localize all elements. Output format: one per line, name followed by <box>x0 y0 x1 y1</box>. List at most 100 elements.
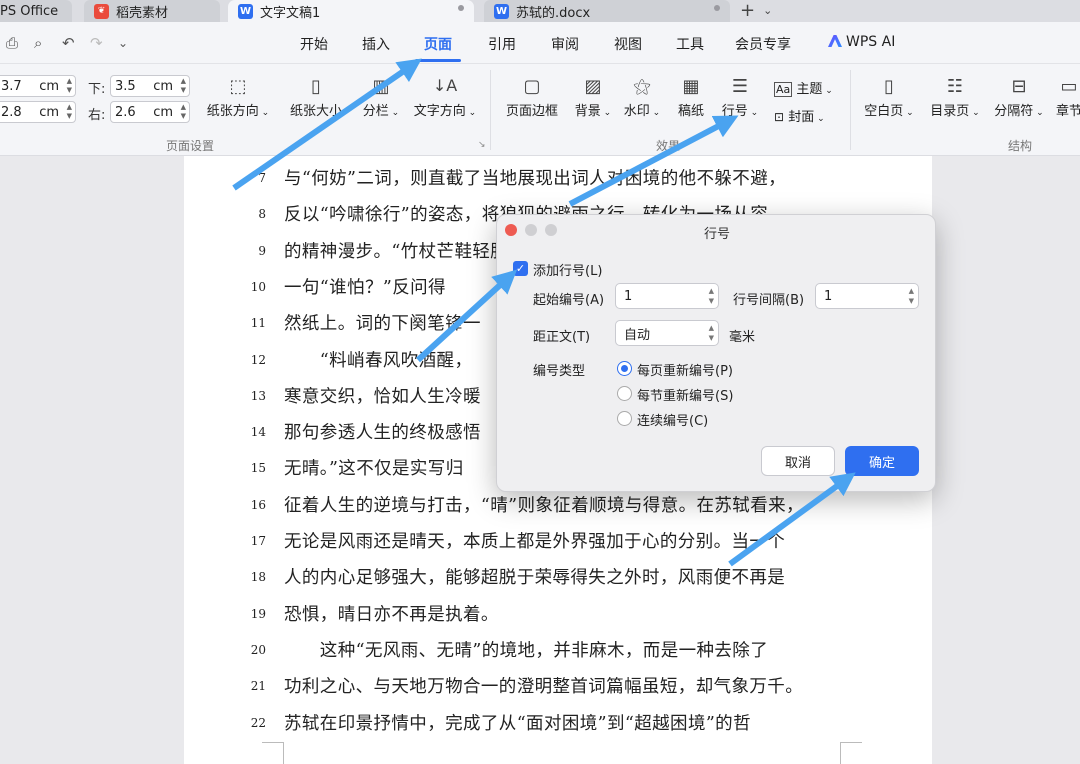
distance-value: 自动 <box>624 327 651 343</box>
chevron-down-icon[interactable]: ⌄ <box>763 4 772 17</box>
stepper-icon[interactable]: ▲ ▼ <box>67 103 72 121</box>
menu-view[interactable]: 视图 <box>614 34 642 54</box>
ok-button[interactable]: 确定 <box>845 446 919 476</box>
tab-document-1[interactable]: W 文字文稿1 <box>228 0 474 22</box>
menu-page[interactable]: 页面 <box>424 34 452 54</box>
document-line[interactable]: 这种“无风雨、无晴”的境地，并非麻木，而是一种去除了 <box>284 637 844 662</box>
document-line[interactable]: 苏轼在印景抒情中，完成了从“面对困境”到“超越困境”的哲 <box>284 710 844 735</box>
document-line[interactable]: 与“何妨”二词，则直截了当地展现出词人对困境的他不躲不避， <box>284 165 844 190</box>
line-number: 18 <box>250 570 266 585</box>
stepper-icon[interactable]: ▲ ▼ <box>709 286 714 306</box>
restart-each-section-label[interactable]: 每节重新编号(S) <box>637 385 733 404</box>
new-tab-button[interactable]: + ⌄ <box>740 0 772 21</box>
menu-review[interactable]: 审阅 <box>551 34 579 54</box>
line-number: 14 <box>250 425 266 440</box>
margin-left-input[interactable]: 2.8 cm ▲ ▼ <box>0 101 76 123</box>
stepper-icon[interactable]: ▲ ▼ <box>181 77 186 95</box>
menu-bar: ⎙ ⌕ ↶ ↷ ⌄ 开始 插入 页面 引用 审阅 视图 工具 会员专享 WPS … <box>0 22 1080 64</box>
menu-references[interactable]: 引用 <box>488 34 516 54</box>
line-numbers-icon: ☰ <box>731 76 749 97</box>
background-button[interactable]: ▨ 背景 ⌄ <box>571 76 615 119</box>
line-number: 19 <box>250 606 266 621</box>
watermark-button[interactable]: ⚝ 水印 ⌄ <box>620 76 664 119</box>
line-numbers-button[interactable]: ☰ 行号 ⌄ <box>719 76 761 119</box>
toc-page-icon: ☷ <box>946 76 964 97</box>
text-direction-label: 文字方向 <box>413 104 466 119</box>
unit-label: cm <box>153 78 173 94</box>
tab-label: 苏轼的.docx <box>516 5 591 21</box>
tab-sushi-docx[interactable]: W 苏轼的.docx <box>484 0 730 22</box>
separator-label: 分隔符 <box>994 104 1034 119</box>
cover-button[interactable]: ⊡ 封面 ⌄ <box>774 106 836 125</box>
line-number: 13 <box>250 388 266 403</box>
writer-icon: W <box>238 3 253 19</box>
separator-button[interactable]: ⊟ 分隔符 ⌄ <box>992 76 1046 119</box>
tab-label: PS Office <box>0 3 59 19</box>
restart-each-page-label[interactable]: 每页重新编号(P) <box>637 360 733 379</box>
paper-orientation-button[interactable]: ⬚ 纸张方向 ⌄ <box>204 76 272 119</box>
distance-input[interactable]: 自动 ▲ ▼ <box>615 320 719 346</box>
margin-top-value: 3.7 <box>1 78 22 94</box>
margin-bottom-input[interactable]: 3.5 cm ▲ ▼ <box>110 75 190 97</box>
ribbon-separator <box>850 70 851 150</box>
stepper-icon[interactable]: ▲ ▼ <box>181 103 186 121</box>
menu-home[interactable]: 开始 <box>300 34 328 54</box>
blank-page-button[interactable]: ▯ 空白页 ⌄ <box>862 76 916 119</box>
stepper-icon[interactable]: ▲ ▼ <box>709 323 714 343</box>
menu-member[interactable]: 会员专享 <box>735 34 791 54</box>
print-preview-icon[interactable]: ⌕ <box>34 34 42 52</box>
document-line[interactable]: 人的内心足够强大，能够超脱于荣辱得失之外时，风雨便不再是 <box>284 564 844 589</box>
undo-icon[interactable]: ↶ <box>62 34 75 52</box>
toc-page-button[interactable]: ☷ 目录页 ⌄ <box>928 76 982 119</box>
menu-insert[interactable]: 插入 <box>362 34 390 54</box>
watermark-icon: ⚝ <box>633 76 651 97</box>
chevron-down-icon[interactable]: ⌄ <box>118 36 128 50</box>
page-border-button[interactable]: ▢ 页面边框 <box>504 76 560 119</box>
restart-each-section-radio[interactable] <box>617 386 632 401</box>
document-line[interactable]: 征着人生的逆境与打击，“晴”则象征着顺境与得意。在苏轼看来， <box>284 492 844 517</box>
menu-wps-ai[interactable]: WPS AI <box>828 34 895 50</box>
theme-button[interactable]: Aa 主题 ⌄ <box>774 78 836 97</box>
active-menu-indicator <box>415 59 461 62</box>
blank-page-icon: ▯ <box>884 76 894 97</box>
line-number: 12 <box>250 352 266 367</box>
document-line[interactable]: 无论是风雨还是晴天，本质上都是外界强加于心的分别。当一个 <box>284 528 844 553</box>
dialog-launcher-icon[interactable]: ↘ <box>478 140 486 150</box>
interval-input[interactable]: 1 ▲ ▼ <box>815 283 919 309</box>
print-icon[interactable]: ⎙ <box>6 34 18 52</box>
chapter-button[interactable]: ▭ 章节 <box>1054 76 1080 119</box>
stepper-icon[interactable]: ▲ ▼ <box>67 77 72 95</box>
margin-top-input[interactable]: 3.7 cm ▲ ▼ <box>0 75 76 97</box>
paper-size-icon: ▯ <box>311 76 321 97</box>
manuscript-button[interactable]: ▦ 稿纸 <box>674 76 708 119</box>
continuous-radio[interactable] <box>617 411 632 426</box>
cover-label: 封面 <box>788 110 815 125</box>
start-number-input[interactable]: 1 ▲ ▼ <box>615 283 719 309</box>
restart-each-page-radio[interactable] <box>617 361 632 376</box>
tab-docer-materials[interactable]: ❦ 稻壳素材 <box>84 0 220 22</box>
chapter-label: 章节 <box>1055 104 1080 119</box>
stepper-icon[interactable]: ▲ ▼ <box>909 286 914 306</box>
paper-size-button[interactable]: ▯ 纸张大小 <box>282 76 350 119</box>
cover-icon: ⊡ <box>774 110 785 124</box>
line-number: 7 <box>258 171 266 185</box>
text-direction-button[interactable]: ↓A 文字方向 ⌄ <box>410 76 480 119</box>
page-corner-mark <box>840 742 862 764</box>
add-line-numbers-label[interactable]: 添加行号(L) <box>533 260 602 279</box>
plus-icon: + <box>740 0 756 21</box>
theme-icon: Aa <box>774 82 793 97</box>
redo-icon[interactable]: ↷ <box>90 34 103 52</box>
document-line[interactable]: 恐惧，晴日亦不再是执着。 <box>284 601 844 626</box>
margin-left-value: 2.8 <box>1 104 22 120</box>
columns-button[interactable]: ▥ 分栏 ⌄ <box>358 76 404 119</box>
tab-wps-office[interactable]: PS Office <box>0 0 72 22</box>
line-number: 15 <box>250 461 266 476</box>
menu-tools[interactable]: 工具 <box>676 34 704 54</box>
margin-right-input[interactable]: 2.6 cm ▲ ▼ <box>110 101 190 123</box>
cancel-button[interactable]: 取消 <box>761 446 835 476</box>
add-line-numbers-checkbox[interactable]: ✓ <box>513 261 528 276</box>
document-line[interactable]: 功利之心、与天地万物合一的澄明整首词篇幅虽短，却气象万千。 <box>284 673 844 698</box>
numbering-type-label: 编号类型 <box>533 364 586 379</box>
continuous-label[interactable]: 连续编号(C) <box>637 410 708 429</box>
margin-right-value: 2.6 <box>115 104 136 120</box>
